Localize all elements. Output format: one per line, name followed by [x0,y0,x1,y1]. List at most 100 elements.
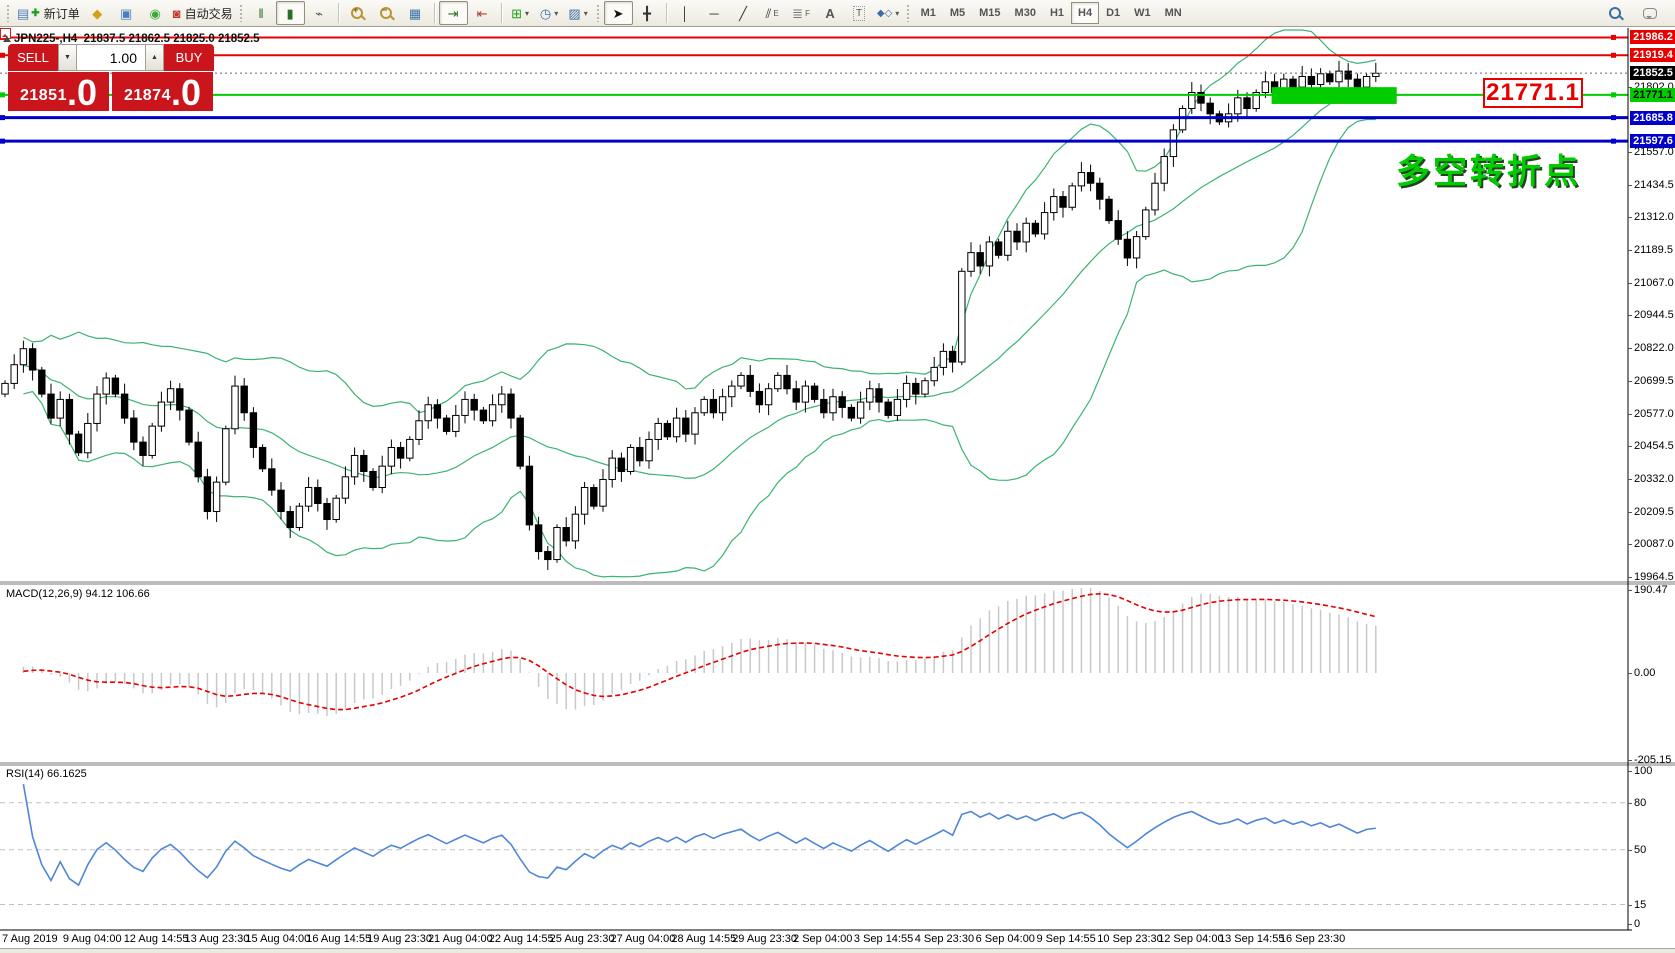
toolbar-grip[interactable] [6,4,11,22]
vertical-line-button[interactable]: │ [671,1,700,25]
chart-shift-icon: ⇤ [477,7,488,20]
time-axis-label: 13 Sep 14:55 [1219,933,1284,945]
signal-icon: ◉ [150,7,161,20]
horizontal-line-button[interactable]: ─ [700,1,729,25]
autotrading-button[interactable]: ◙ 自动交易 [170,1,236,25]
text-icon: A [825,7,834,20]
new-chart-icon: ⊞ [511,7,522,20]
arrows-icon: ◆◇ [877,7,892,20]
buy-price-main: 21874 [124,87,171,105]
time-axis-label: 13 Aug 23:30 [185,933,250,945]
bar-chart-button[interactable]: ‖ [247,1,276,25]
template-icon: ▨ [568,7,580,20]
sell-price-button[interactable]: 21851.0 [8,72,109,111]
fibonacci-icon: ≣ [792,7,803,20]
timeframe-mn[interactable]: MN [1158,2,1189,24]
auto-scroll-button[interactable]: ⇥ [439,1,468,25]
buy-button[interactable]: BUY [164,44,214,71]
channel-button[interactable]: ⫽E [758,1,787,25]
signals-button[interactable]: ◉ [141,1,170,25]
dropdown-arrow-icon: ▾ [554,9,558,18]
volume-increase-button[interactable]: ▲ [145,44,164,71]
new-order-label: 新订单 [44,5,80,22]
cursor-button[interactable]: ➤ [604,1,633,25]
text-label-button[interactable]: T [845,1,874,25]
axis-tickmark [1628,348,1632,349]
new-chart-button[interactable]: ⊞▾ [506,1,535,25]
volume-input[interactable] [77,44,145,71]
axis-tickmark [1628,577,1632,578]
sell-price-pips: .0 [67,77,97,109]
axis-tickmark [1628,760,1632,761]
candlestick-chart-button[interactable]: ▮ [276,1,305,25]
axis-tick-label: 20209.5 [1634,506,1674,518]
axis-tick-label: 20577.0 [1634,408,1674,420]
time-axis-label: 25 Aug 23:30 [550,933,615,945]
timeframe-h4[interactable]: H4 [1071,2,1099,24]
zoom-out-button[interactable]: − [372,1,401,25]
data-folder-button[interactable]: ◆ [83,1,112,25]
zoom-in-button[interactable]: + [343,1,372,25]
time-axis-label: 6 Sep 04:00 [976,933,1035,945]
channel-e-label: E [773,9,778,18]
timeframe-w1[interactable]: W1 [1127,2,1158,24]
timeframe-d1[interactable]: D1 [1099,2,1127,24]
axis-tickmark [1628,850,1632,851]
zoom-in-icon: + [351,7,363,19]
arrows-button[interactable]: ◆◇▾ [874,1,903,25]
chat-button[interactable] [1635,1,1664,25]
terminal-button[interactable]: ▣ [112,1,141,25]
cursor-icon: ➤ [613,7,624,20]
axis-tick-label: 20332.0 [1634,473,1674,485]
toolbar-grip[interactable] [239,4,244,22]
period-clock-button[interactable]: ◷▾ [535,1,564,25]
timeframe-m15[interactable]: M15 [972,2,1007,24]
toolbar-separator [501,3,502,23]
price-callout-box[interactable]: 21771.1 [1483,78,1583,108]
trendline-button[interactable]: ╱ [729,1,758,25]
crosshair-button[interactable]: ╋ [633,1,662,25]
autotrading-icon: ◙ [173,7,181,20]
volume-decrease-button[interactable]: ▼ [58,44,77,71]
axis-tickmark [1628,673,1632,674]
chart-shift-button[interactable]: ⇤ [468,1,497,25]
triangle-down-icon: ▼ [64,54,71,61]
toolbar-separator [434,3,435,23]
timeframe-m30[interactable]: M30 [1008,2,1043,24]
new-order-button[interactable]: ▤ ✚ 新订单 [14,1,83,25]
time-axis-label: 21 Aug 04:00 [428,933,493,945]
time-axis-label: 7 Aug 2019 [2,933,58,945]
axis-tickmark [1628,217,1632,218]
timeframe-h1[interactable]: H1 [1043,2,1071,24]
quote-panel-expander-icon[interactable] [3,36,11,42]
axis-tick-label: 20699.5 [1634,375,1674,387]
one-click-trade-panel: SELL ▼ ▲ BUY 21851.0 21874.0 [8,44,216,111]
line-chart-button[interactable]: ⌁ [305,1,334,25]
price-axis-badge: 21597.6 [1630,134,1675,148]
axis-tickmark [1628,512,1632,513]
turning-point-annotation[interactable]: 多空转折点 [1396,144,1581,193]
timeframe-m5[interactable]: M5 [943,2,972,24]
time-axis-label: 16 Sep 23:30 [1280,933,1345,945]
price-axis-badge: 21685.8 [1630,111,1675,125]
fibonacci-button[interactable]: ≣F [787,1,816,25]
chart-canvas[interactable] [0,0,1675,953]
bottom-strip [0,948,1675,953]
plus-icon: ✚ [31,7,39,20]
buy-price-button[interactable]: 21874.0 [112,72,213,111]
dropdown-arrow-icon: ▾ [584,9,588,18]
search-button[interactable] [1600,1,1629,25]
tile-windows-button[interactable]: ▦ [401,1,430,25]
axis-tickmark [1628,479,1632,480]
text-button[interactable]: A [816,1,845,25]
toolbar-grip[interactable] [596,4,601,22]
chart-template-button[interactable]: ▨▾ [564,1,593,25]
rsi-layer [0,784,1628,904]
axis-tick-label: 20944.5 [1634,309,1674,321]
sell-button[interactable]: SELL [8,44,58,71]
axis-tick-label: 100 [1634,765,1652,777]
timeframe-group: M1M5M15M30H1H4D1W1MN [914,2,1189,24]
timeframe-m1[interactable]: M1 [914,2,943,24]
toolbar-grip[interactable] [906,4,911,22]
auto-scroll-icon: ⇥ [448,7,459,20]
